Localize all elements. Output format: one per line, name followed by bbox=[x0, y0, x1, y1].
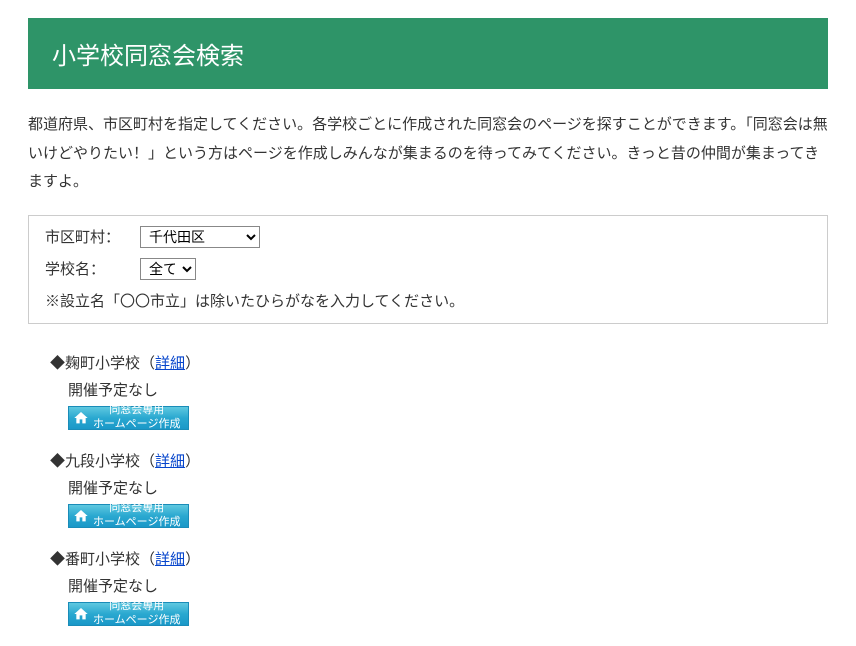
create-btn-line1: 同窓会専用 bbox=[93, 502, 180, 515]
ward-select[interactable]: 千代田区 bbox=[140, 226, 260, 248]
create-btn-line2: ホームページ作成 bbox=[93, 614, 180, 627]
form-note: ※設立名「〇〇市立」は除いたひらがなを入力してください。 bbox=[45, 290, 811, 311]
school-label: 学校名： bbox=[45, 258, 140, 279]
create-btn-text: 同窓会専用 ホームページ作成 bbox=[93, 600, 180, 626]
paren-close: ） bbox=[185, 355, 200, 372]
create-btn-line1: 同窓会専用 bbox=[93, 600, 180, 613]
create-btn-text: 同窓会専用 ホームページ作成 bbox=[93, 502, 180, 528]
paren-open: （ bbox=[140, 551, 155, 568]
description-text: 都道府県、市区町村を指定してください。各学校ごとに作成された同窓会のページを探す… bbox=[28, 111, 828, 197]
school-item: ◆麹町小学校（詳細） 開催予定なし 同窓会専用 ホームページ作成 bbox=[50, 352, 828, 430]
create-homepage-button[interactable]: 同窓会専用 ホームページ作成 bbox=[68, 602, 189, 626]
search-form: 市区町村： 千代田区 学校名： 全て ※設立名「〇〇市立」は除いたひらがなを入力… bbox=[28, 215, 828, 324]
create-btn-line1: 同窓会専用 bbox=[93, 404, 180, 417]
school-name-line: ◆番町小学校（詳細） bbox=[50, 548, 828, 569]
results-list: ◆麹町小学校（詳細） 開催予定なし 同窓会専用 ホームページ作成 ◆九段小学校（… bbox=[50, 352, 828, 626]
home-icon bbox=[73, 606, 89, 622]
bullet-icon: ◆ bbox=[50, 551, 65, 568]
paren-open: （ bbox=[140, 453, 155, 470]
home-icon bbox=[73, 508, 89, 524]
form-row-school: 学校名： 全て bbox=[45, 258, 811, 280]
school-status: 開催予定なし bbox=[68, 575, 828, 596]
school-item: ◆九段小学校（詳細） 開催予定なし 同窓会専用 ホームページ作成 bbox=[50, 450, 828, 528]
create-btn-line2: ホームページ作成 bbox=[93, 418, 180, 431]
detail-link[interactable]: 詳細 bbox=[155, 355, 185, 372]
school-name-line: ◆麹町小学校（詳細） bbox=[50, 352, 828, 373]
create-btn-text: 同窓会専用 ホームページ作成 bbox=[93, 404, 180, 430]
bullet-icon: ◆ bbox=[50, 355, 65, 372]
detail-link[interactable]: 詳細 bbox=[155, 551, 185, 568]
school-status: 開催予定なし bbox=[68, 477, 828, 498]
bullet-icon: ◆ bbox=[50, 453, 65, 470]
home-icon bbox=[73, 410, 89, 426]
create-btn-line2: ホームページ作成 bbox=[93, 516, 180, 529]
paren-close: ） bbox=[185, 551, 200, 568]
detail-link[interactable]: 詳細 bbox=[155, 453, 185, 470]
school-item: ◆番町小学校（詳細） 開催予定なし 同窓会専用 ホームページ作成 bbox=[50, 548, 828, 626]
create-homepage-button[interactable]: 同窓会専用 ホームページ作成 bbox=[68, 504, 189, 528]
school-status: 開催予定なし bbox=[68, 379, 828, 400]
ward-label: 市区町村： bbox=[45, 226, 140, 247]
page-header: 小学校同窓会検索 bbox=[28, 18, 828, 89]
paren-open: （ bbox=[140, 355, 155, 372]
page-title: 小学校同窓会検索 bbox=[52, 36, 804, 71]
school-name: 番町小学校 bbox=[65, 551, 140, 568]
school-name: 麹町小学校 bbox=[65, 355, 140, 372]
school-select[interactable]: 全て bbox=[140, 258, 196, 280]
school-name-line: ◆九段小学校（詳細） bbox=[50, 450, 828, 471]
school-name: 九段小学校 bbox=[65, 453, 140, 470]
create-homepage-button[interactable]: 同窓会専用 ホームページ作成 bbox=[68, 406, 189, 430]
paren-close: ） bbox=[185, 453, 200, 470]
form-row-ward: 市区町村： 千代田区 bbox=[45, 226, 811, 248]
